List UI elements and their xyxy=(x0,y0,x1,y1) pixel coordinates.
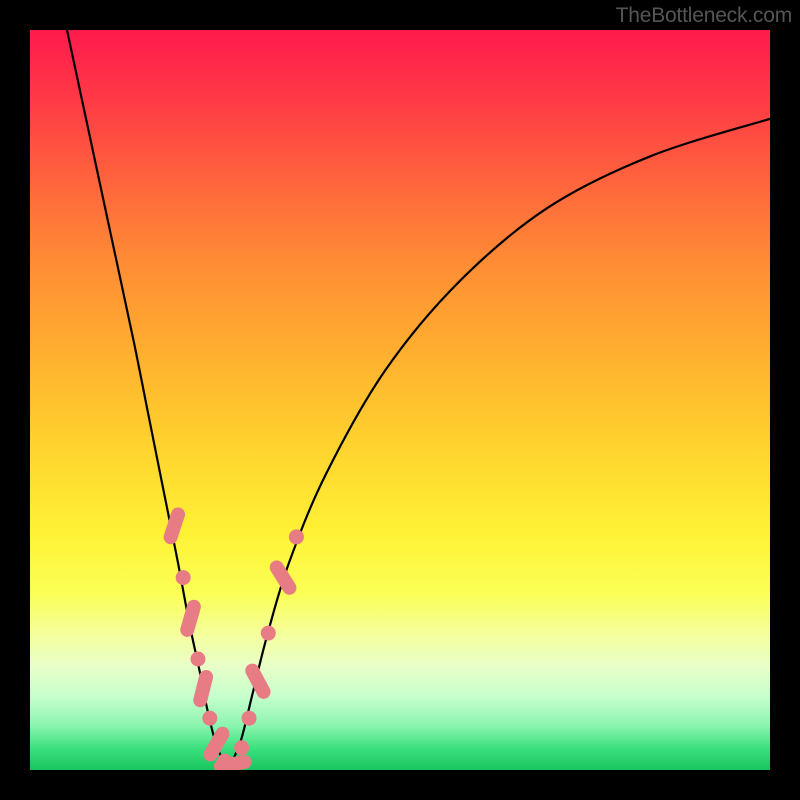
marker-dot-1 xyxy=(176,571,190,585)
marker-dot-3 xyxy=(191,652,205,666)
marker-capsule-6 xyxy=(210,734,222,755)
marker-capsule-2 xyxy=(187,607,194,630)
curve-right-branch xyxy=(230,119,770,767)
marker-dot-10 xyxy=(242,711,256,725)
watermark-text: TheBottleneck.com xyxy=(616,4,792,28)
marker-capsule-13 xyxy=(277,567,290,587)
marker-dot-14 xyxy=(289,530,303,544)
outer-frame: TheBottleneck.com xyxy=(0,0,800,800)
marker-capsule-8 xyxy=(221,762,245,766)
curve-layer xyxy=(67,30,770,766)
marker-capsule-11 xyxy=(252,671,263,692)
marker-capsule-4 xyxy=(200,677,206,700)
marker-dot-9 xyxy=(235,741,249,755)
marker-capsule-0 xyxy=(171,514,178,537)
marker-dot-5 xyxy=(203,711,217,725)
marker-dot-12 xyxy=(261,626,275,640)
marker-layer xyxy=(171,514,304,768)
curve-left-branch xyxy=(67,30,230,766)
chart-svg xyxy=(30,30,770,770)
plot-area xyxy=(30,30,770,770)
